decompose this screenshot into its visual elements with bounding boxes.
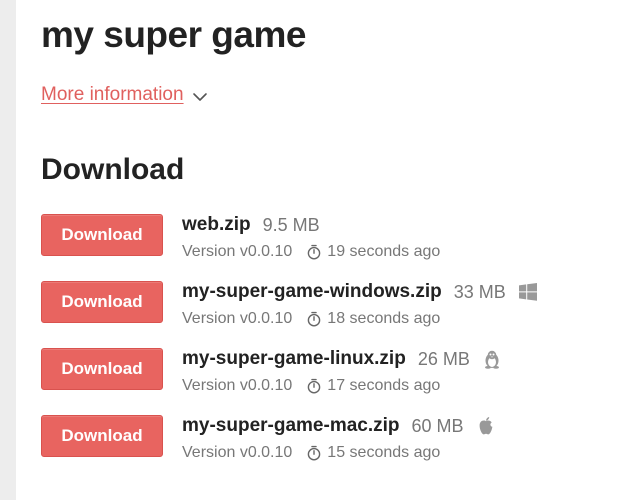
upload-name: my-super-game-linux.zip xyxy=(182,348,406,369)
upload-row: Download my-super-game-mac.zip 60 MB Ver… xyxy=(41,413,631,463)
upload-info: my-super-game-mac.zip 60 MB Version v0.0… xyxy=(182,413,496,465)
upload-info: my-super-game-linux.zip 26 MB Version v0… xyxy=(182,346,502,398)
upload-info: my-super-game-windows.zip 33 MB Version … xyxy=(182,279,538,331)
download-button[interactable]: Download xyxy=(41,214,163,256)
upload-size: 33 MB xyxy=(453,281,506,302)
stopwatch-icon xyxy=(307,244,321,260)
apple-icon xyxy=(479,417,495,435)
game-title: my super game xyxy=(41,14,306,55)
stopwatch-icon xyxy=(307,311,321,327)
upload-version: Version v0.0.10 xyxy=(182,444,293,461)
upload-size: 60 MB xyxy=(411,415,464,436)
upload-name: web.zip xyxy=(182,214,251,235)
upload-size: 26 MB xyxy=(417,348,470,369)
more-information-toggle[interactable]: More information xyxy=(41,82,208,108)
stopwatch-icon xyxy=(307,445,321,461)
upload-row: Download my-super-game-windows.zip 33 MB… xyxy=(41,279,631,329)
game-page: my super game More information Download … xyxy=(16,0,640,500)
stopwatch-icon xyxy=(307,378,321,394)
upload-time: 15 seconds ago xyxy=(327,444,441,461)
upload-name: my-super-game-mac.zip xyxy=(182,415,400,436)
upload-info: web.zip 9.5 MB Version v0.0.10 19 second… xyxy=(182,212,440,264)
linux-icon xyxy=(484,350,499,369)
chevron-down-icon[interactable] xyxy=(192,89,208,105)
upload-time: 17 seconds ago xyxy=(327,377,441,394)
windows-icon xyxy=(518,283,537,301)
upload-row: Download web.zip 9.5 MB Version v0.0.10 … xyxy=(41,212,631,262)
upload-time: 19 seconds ago xyxy=(327,243,441,260)
download-button[interactable]: Download xyxy=(41,281,163,323)
upload-version: Version v0.0.10 xyxy=(182,310,293,327)
download-button[interactable]: Download xyxy=(41,415,163,457)
upload-row: Download my-super-game-linux.zip 26 MB V… xyxy=(41,346,631,396)
upload-version: Version v0.0.10 xyxy=(182,243,293,260)
upload-time: 18 seconds ago xyxy=(327,310,441,327)
upload-name: my-super-game-windows.zip xyxy=(182,281,442,302)
download-section-title: Download xyxy=(41,153,185,186)
upload-version: Version v0.0.10 xyxy=(182,377,293,394)
upload-size: 9.5 MB xyxy=(262,214,320,235)
more-information-link[interactable]: More information xyxy=(41,82,184,108)
download-button[interactable]: Download xyxy=(41,348,163,390)
